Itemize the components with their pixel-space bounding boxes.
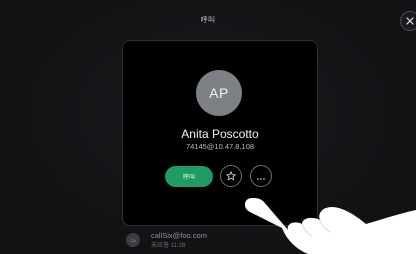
recent-avatar-initials: CA: [130, 237, 136, 243]
avatar: AP: [196, 70, 242, 116]
more-button[interactable]: [250, 165, 272, 187]
more-horizontal-icon: [256, 169, 266, 184]
contact-address: 74145@10.47.8.108: [185, 142, 255, 151]
recent-call-item[interactable]: CA callSix@foo.com 未应答 11:28: [126, 230, 316, 250]
close-icon: [406, 17, 414, 25]
recent-time: 未应答 11:28: [151, 243, 186, 249]
star-icon: [226, 169, 236, 184]
contact-name: Anita Poscotto: [181, 127, 259, 141]
favorite-button[interactable]: [220, 165, 242, 187]
avatar-initials: AP: [209, 85, 229, 101]
call-screen: 呼叫 AP Anita Poscotto 74145@10.47.8.108 呼…: [0, 0, 416, 254]
recent-avatar: CA: [126, 233, 140, 247]
close-button[interactable]: [400, 11, 416, 31]
call-button[interactable]: 呼叫: [165, 166, 213, 187]
recent-address: callSix@foo.com: [151, 231, 207, 240]
page-title: 呼叫: [200, 17, 216, 24]
